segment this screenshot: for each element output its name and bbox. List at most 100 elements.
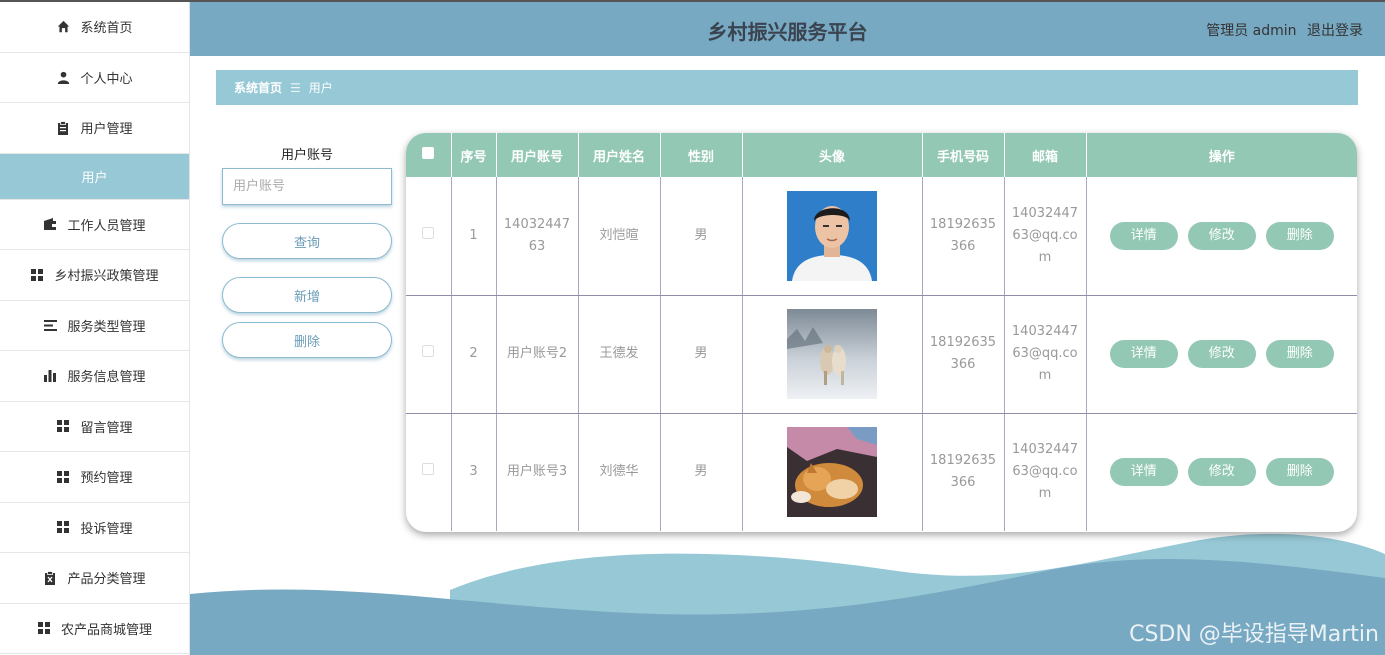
row-checkbox[interactable]	[422, 345, 435, 357]
row-actions: 详情 修改 删除	[1087, 458, 1358, 487]
row-checkbox[interactable]	[422, 226, 435, 239]
top-border	[0, 0, 1385, 2]
detail-button[interactable]: 详情	[1109, 340, 1178, 368]
query-button[interactable]: 查询	[222, 223, 392, 259]
column-header: 手机号码	[922, 133, 1005, 177]
edit-button[interactable]: 修改	[1187, 221, 1256, 250]
column-header: 头像	[742, 133, 923, 177]
row-index: 1	[451, 177, 497, 296]
row-name: 刘恺暄	[578, 177, 661, 296]
row-email: 14032447 63@qq.co m	[1004, 295, 1087, 414]
breadcrumb-current: 用户	[308, 81, 333, 95]
column-header: 用户账号	[496, 133, 579, 177]
delete-selected-button[interactable]: 删除	[222, 322, 392, 358]
sidebar-item-label: 乡村振兴政策管理	[54, 269, 159, 285]
row-account: 用户账号2	[496, 295, 579, 414]
sidebar-item-service-info-management[interactable]: 服务信息管理	[0, 351, 189, 402]
row-email: 14032447 63@qq.co m	[1004, 413, 1087, 531]
column-header: 操作	[1086, 133, 1357, 177]
row-index: 2	[451, 295, 497, 414]
breadcrumb-separator: ☰	[290, 80, 301, 95]
avatar	[787, 309, 877, 399]
grid-icon	[30, 268, 44, 282]
edit-button[interactable]: 修改	[1187, 340, 1256, 368]
sidebar-item-home[interactable]: 系统首页	[0, 2, 189, 53]
edit-button[interactable]: 修改	[1187, 458, 1256, 487]
row-phone: 18192635 366	[922, 177, 1005, 296]
delete-button[interactable]: 删除	[1265, 221, 1334, 250]
wallet-icon	[43, 217, 57, 231]
person-icon	[56, 70, 70, 84]
detail-button[interactable]: 详情	[1109, 221, 1178, 250]
row-gender: 男	[660, 413, 743, 531]
sidebar-item-label: 服务信息管理	[67, 370, 146, 386]
row-gender: 男	[660, 295, 743, 414]
select-all-header[interactable]	[406, 133, 452, 177]
table-header-row: 序号 用户账号 用户姓名 性别 头像 手机号码 邮箱 操作	[406, 133, 1357, 177]
sidebar-item-label: 用户管理	[80, 122, 133, 138]
sidebar-item-service-type-management[interactable]: 服务类型管理	[0, 301, 189, 351]
row-gender: 男	[660, 177, 743, 296]
add-button[interactable]: 新增	[222, 277, 392, 313]
sidebar-item-label: 个人中心	[80, 71, 133, 87]
sidebar-item-label: 投诉管理	[80, 521, 133, 537]
grid-icon	[56, 470, 70, 484]
row-index: 3	[451, 413, 497, 531]
sidebar-item-label: 用户	[81, 170, 108, 186]
sidebar-item-label: 系统首页	[80, 21, 133, 37]
watermark: CSDN @毕设指导Martin	[1129, 622, 1379, 647]
sidebar-item-product-category-management[interactable]: 产品分类管理	[0, 553, 189, 604]
row-account: 14032447 63	[496, 177, 579, 296]
clipboard-x-icon	[43, 570, 57, 585]
table-row: 3 用户账号3 刘德华 男 18192635 366 14032447 63@q…	[406, 413, 1357, 531]
home-icon	[56, 20, 70, 34]
breadcrumb-home[interactable]: 系统首页	[234, 79, 282, 96]
row-name: 王德发	[578, 295, 661, 414]
sidebar-item-mall-management[interactable]: 农产品商城管理	[0, 604, 189, 654]
row-actions: 详情 修改 删除	[1087, 221, 1358, 250]
row-actions: 详情 修改 删除	[1087, 340, 1358, 368]
sidebar-item-user-management[interactable]: 用户管理	[0, 103, 189, 154]
account-search-input[interactable]	[222, 168, 392, 205]
sidebar: 系统首页 个人中心 用户管理 用户 工作人员管理 乡村振兴政策管理 服务类型管理	[0, 2, 190, 655]
table-row: 2 用户账号2 王德发 男 18192635 366 14032447 63@q…	[406, 295, 1358, 414]
sidebar-item-booking-management[interactable]: 预约管理	[0, 452, 189, 503]
bar-chart-icon	[43, 369, 57, 383]
row-phone: 18192635 366	[922, 413, 1005, 531]
select-all-checkbox[interactable]	[422, 147, 435, 159]
sidebar-item-label: 留言管理	[80, 420, 133, 436]
sidebar-item-label: 预约管理	[80, 471, 133, 487]
clipboard-icon	[56, 120, 70, 135]
user-label: 管理员 admin	[1206, 23, 1297, 39]
sidebar-item-message-management[interactable]: 留言管理	[0, 402, 189, 452]
sidebar-item-staff-management[interactable]: 工作人员管理	[0, 200, 189, 250]
sidebar-item-label: 工作人员管理	[67, 218, 146, 234]
sidebar-item-complaint-management[interactable]: 投诉管理	[0, 503, 189, 553]
grid-icon	[56, 419, 70, 433]
delete-button[interactable]: 删除	[1265, 458, 1334, 487]
sidebar-item-label: 产品分类管理	[67, 572, 146, 588]
breadcrumb: 系统首页 ☰ 用户	[216, 70, 1358, 105]
sidebar-item-users[interactable]: 用户	[0, 153, 189, 200]
logout-link[interactable]: 退出登录	[1307, 23, 1363, 39]
column-header: 用户姓名	[578, 133, 661, 177]
table-row: 1 14032447 63 刘恺暄 男 18192635 366 1403244…	[406, 177, 1358, 296]
sidebar-item-profile[interactable]: 个人中心	[0, 53, 189, 103]
sidebar-item-label: 农产品商城管理	[60, 622, 152, 638]
row-name: 刘德华	[578, 413, 661, 531]
sidebar-item-policy-management[interactable]: 乡村振兴政策管理	[0, 250, 189, 301]
row-email: 14032447 63@qq.co m	[1004, 177, 1087, 296]
user-area: 管理员 admin 退出登录	[1200, 20, 1363, 40]
column-header: 邮箱	[1004, 133, 1087, 177]
user-table: 序号 用户账号 用户姓名 性别 头像 手机号码 邮箱 操作 1 14032447…	[406, 133, 1357, 532]
avatar	[787, 190, 877, 281]
column-header: 性别	[660, 133, 743, 177]
row-checkbox[interactable]	[422, 463, 435, 476]
row-account: 用户账号3	[496, 413, 579, 531]
sidebar-item-label: 服务类型管理	[67, 319, 146, 335]
grid-icon	[37, 621, 51, 635]
delete-button[interactable]: 删除	[1265, 340, 1334, 368]
list-icon	[43, 318, 57, 332]
row-phone: 18192635 366	[922, 295, 1005, 414]
detail-button[interactable]: 详情	[1109, 458, 1178, 487]
